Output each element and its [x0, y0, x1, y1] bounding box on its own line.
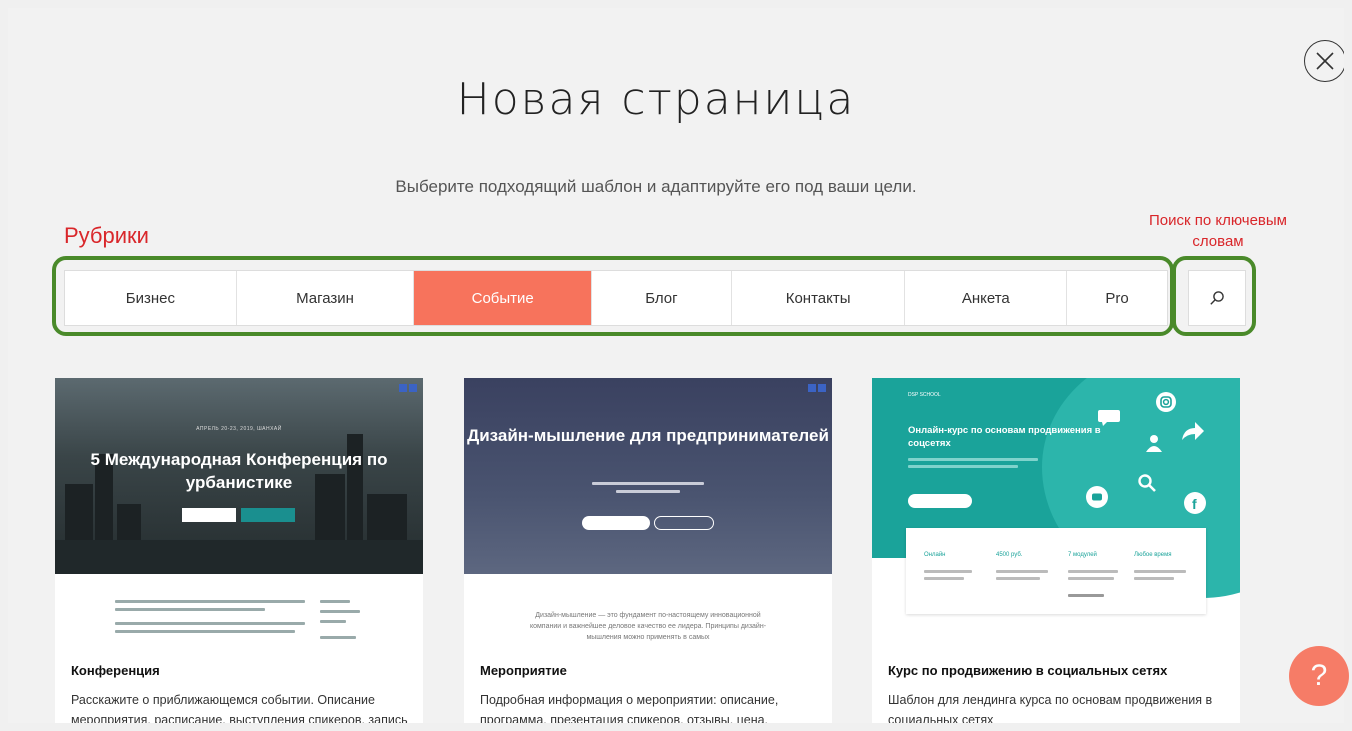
svg-text:f: f [1192, 496, 1197, 512]
search-icon [1138, 474, 1156, 492]
hero-image [464, 378, 832, 574]
conference-heading: 5 Международная Конференция по урбанисти… [90, 450, 388, 492]
event-heading: Дизайн-мышление для предпринимателей [467, 426, 829, 445]
course-heading: Онлайн-курс по основам продвижения в соц… [908, 425, 1101, 449]
card-description: Подробная информация о мероприятии: опис… [480, 693, 779, 723]
card-description: Расскажите о приближающемся событии. Опи… [71, 693, 408, 723]
course-info-panel: Онлайн 4500 руб. 7 модулей Любое время [906, 528, 1206, 614]
search-annotation: Поиск по ключевым словам [1149, 212, 1287, 250]
page-title: Новая страница [456, 74, 856, 125]
card-title: Курс по продвижению в социальных сетях [888, 663, 1168, 678]
template-preview-smm-course: DSP SCHOOL Онлайн-курс по основам продви… [872, 378, 1240, 644]
preview-button-primary [182, 508, 236, 522]
tab-shop[interactable]: Магазин [237, 271, 415, 325]
social-icons [808, 384, 826, 392]
preview-button-secondary [654, 516, 714, 530]
new-page-modal: Новая страница Выберите подходящий шабло… [8, 8, 1344, 723]
help-button[interactable]: ? [1289, 646, 1349, 706]
stat-modules: 7 модулей [1068, 552, 1097, 558]
youtube-icon [1086, 486, 1108, 508]
tab-form[interactable]: Анкета [905, 271, 1068, 325]
template-preview-event: Дизайн-мышление для предпринимателей Диз… [464, 378, 832, 644]
stat-format: Онлайн [924, 552, 946, 558]
conference-kicker: АПРЕЛЬ 20-23, 2019, ШАНХАЙ [196, 426, 282, 432]
tab-business[interactable]: Бизнес [65, 271, 237, 325]
close-icon [1316, 52, 1334, 70]
preview-button-primary [582, 516, 650, 530]
preview-button-primary [908, 494, 972, 508]
category-tabs: Бизнес Магазин Событие Блог Контакты Анк… [64, 270, 1168, 326]
template-preview-conference: АПРЕЛЬ 20-23, 2019, ШАНХАЙ 5 Международн… [55, 378, 423, 644]
close-button[interactable] [1304, 40, 1344, 82]
social-icons [399, 384, 417, 392]
event-body-text: Дизайн-мышление — это фундамент по-насто… [529, 612, 767, 641]
instagram-icon [1156, 392, 1176, 412]
tab-blog[interactable]: Блог [592, 271, 732, 325]
user-icon [1146, 435, 1162, 452]
chat-icon [1098, 410, 1120, 426]
page-subtitle: Выберите подходящий шаблон и адаптируйте… [395, 177, 917, 196]
school-name: DSP SCHOOL [908, 392, 941, 398]
tab-contacts[interactable]: Контакты [732, 271, 906, 325]
preview-button-secondary [241, 508, 295, 522]
card-description: Шаблон для лендинга курса по основам про… [888, 693, 1213, 723]
search-button[interactable] [1188, 270, 1246, 326]
search-icon [1210, 291, 1224, 305]
stat-time: Любое время [1134, 552, 1172, 558]
card-title: Мероприятие [480, 663, 567, 678]
help-icon: ? [1310, 659, 1328, 692]
tab-event[interactable]: Событие [414, 271, 593, 325]
card-title: Конференция [71, 663, 160, 678]
tab-pro[interactable]: Pro [1067, 271, 1167, 325]
facebook-icon: f [1184, 492, 1206, 514]
template-card-event[interactable]: Дизайн-мышление для предпринимателей Диз… [464, 378, 832, 723]
stat-price: 4500 руб. [996, 552, 1023, 558]
share-icon [1182, 422, 1204, 440]
template-card-conference[interactable]: АПРЕЛЬ 20-23, 2019, ШАНХАЙ 5 Международн… [55, 378, 423, 723]
categories-annotation: Рубрики [64, 223, 149, 248]
template-card-smm-course[interactable]: DSP SCHOOL Онлайн-курс по основам продви… [872, 378, 1240, 723]
